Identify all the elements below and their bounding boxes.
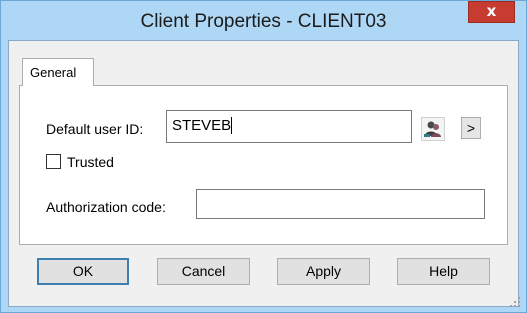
users-icon [424, 121, 441, 137]
help-button[interactable]: Help [397, 258, 490, 285]
default-user-id-field[interactable]: STEVEB [166, 110, 412, 143]
more-options-button[interactable]: > [461, 117, 481, 139]
title-bar[interactable]: Client Properties - CLIENT03 x [1, 1, 526, 40]
close-button[interactable]: x [468, 1, 515, 23]
cancel-button[interactable]: Cancel [157, 258, 250, 285]
browse-users-button[interactable] [421, 117, 445, 141]
default-user-id-label: Default user ID: [46, 121, 144, 137]
trusted-label[interactable]: Trusted [67, 154, 114, 170]
trusted-checkbox[interactable] [46, 154, 61, 169]
authorization-code-label: Authorization code: [46, 199, 166, 215]
apply-button[interactable]: Apply [277, 258, 370, 285]
default-user-id-value: STEVEB [172, 117, 233, 134]
resize-grip-icon[interactable] [509, 296, 521, 308]
window-title: Client Properties - CLIENT03 [140, 11, 387, 32]
ok-button[interactable]: OK [37, 258, 129, 285]
close-icon: x [486, 2, 497, 20]
authorization-code-field[interactable] [196, 189, 485, 219]
chevron-right-icon: > [466, 120, 476, 136]
tab-general[interactable]: General [22, 58, 94, 86]
